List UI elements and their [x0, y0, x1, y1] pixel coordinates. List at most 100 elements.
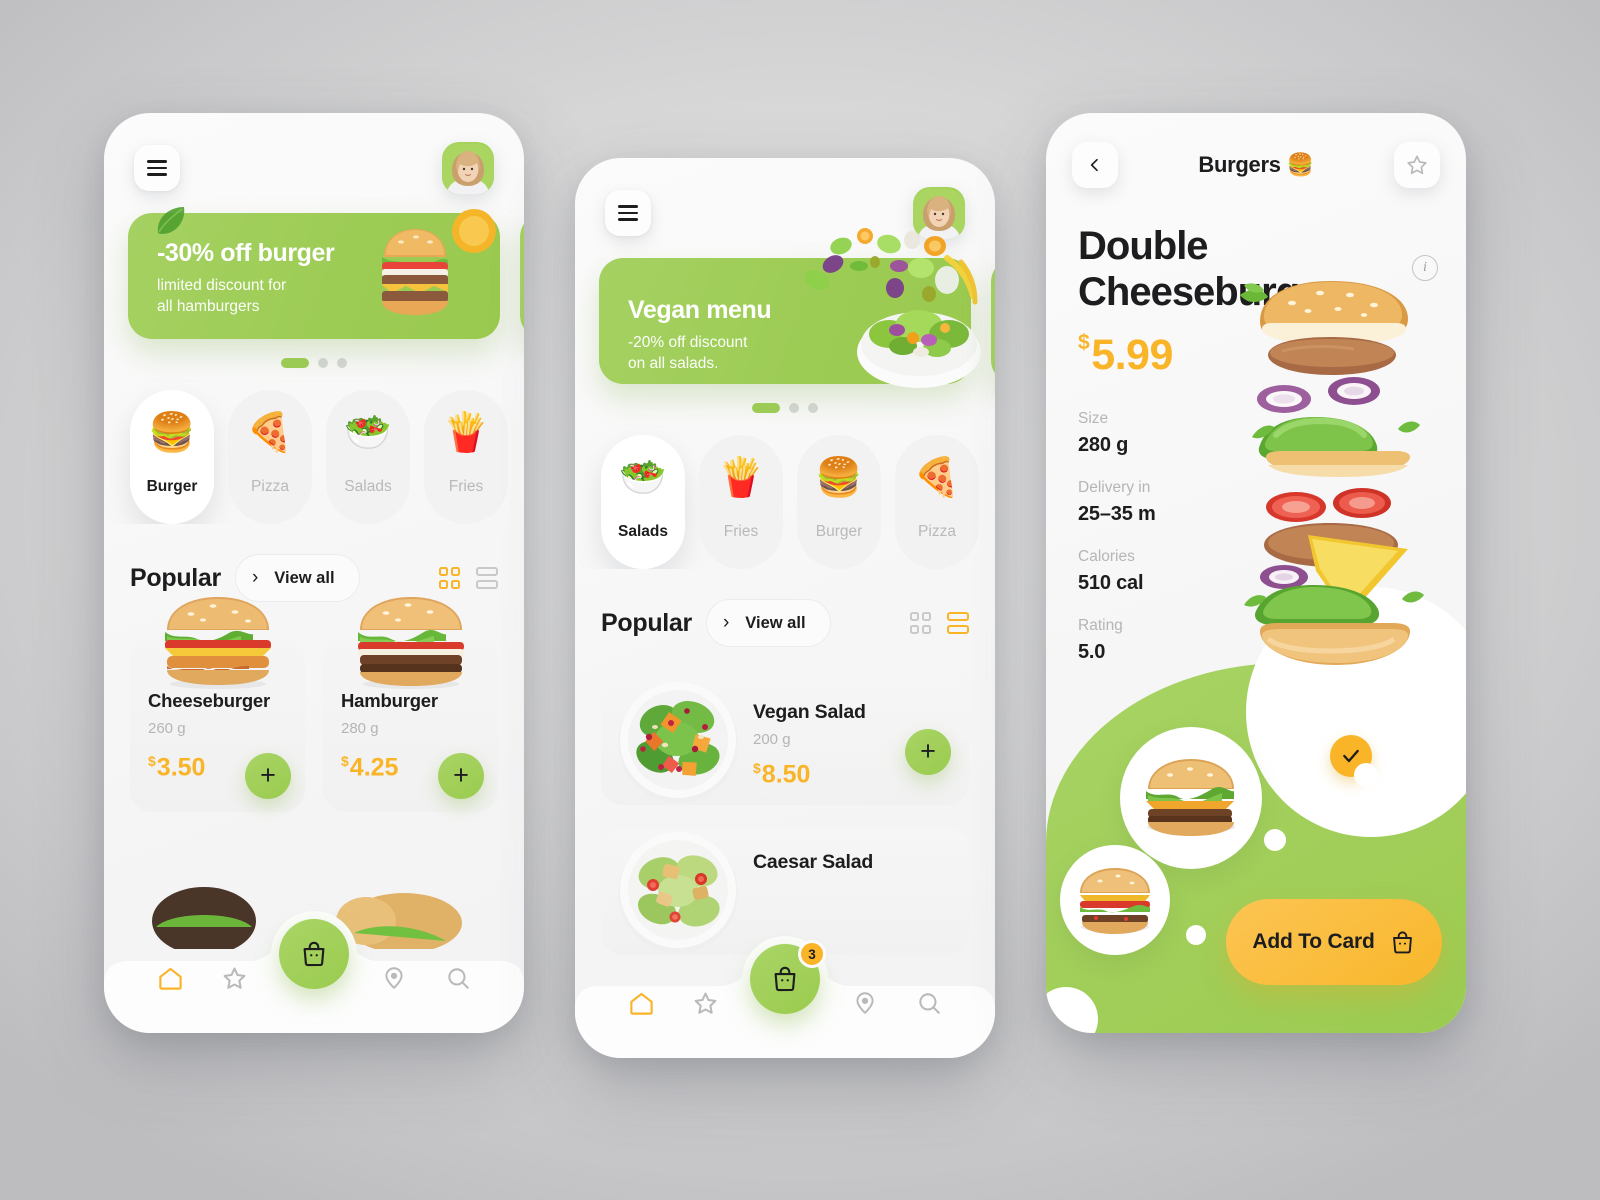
add-to-cart-button[interactable]: [905, 729, 951, 775]
shopping-bag-icon: [1392, 930, 1412, 953]
currency-symbol: $: [1078, 331, 1090, 355]
product-name: Vegan Salad: [753, 701, 866, 723]
bottom-navigation: [104, 911, 524, 1033]
burger-variant-1-photo: [1146, 759, 1235, 836]
product-card[interactable]: Hamburger 280 g $4.25: [323, 597, 498, 812]
spec-value: 510 cal: [1078, 572, 1144, 595]
nav-favorites-button[interactable]: [673, 990, 737, 1017]
fries-icon: 🍟: [717, 457, 765, 499]
carousel-dot-2[interactable]: [789, 403, 799, 413]
category-label: Fries: [448, 478, 484, 495]
list-view-icon[interactable]: [947, 612, 969, 634]
category-burger[interactable]: 🍔 Burger: [797, 435, 881, 569]
category-pizza[interactable]: 🍕 Pizza: [228, 390, 312, 524]
salad-icon: 🥗: [344, 412, 392, 454]
cart-badge: 3: [798, 940, 826, 968]
spec-rating: Rating 5.0: [1078, 617, 1466, 664]
decorative-bubble: [1264, 829, 1286, 851]
grid-view-icon[interactable]: [909, 612, 931, 634]
add-to-cart-button[interactable]: [245, 753, 291, 799]
carousel-dot-3[interactable]: [808, 403, 818, 413]
nav-search-button[interactable]: [897, 990, 961, 1016]
favorite-button[interactable]: [1393, 142, 1440, 188]
carousel-dot-1[interactable]: [281, 358, 309, 368]
category-pizza[interactable]: 🍕 Pizza: [895, 435, 979, 569]
nav-search-button[interactable]: [426, 965, 490, 991]
carousel-dots[interactable]: [104, 358, 524, 368]
category-label: Pizza: [251, 478, 289, 495]
category-fries[interactable]: 🍟 Fries: [424, 390, 508, 524]
detail-topbar: Burgers 🍔: [1046, 113, 1466, 188]
back-button[interactable]: [1072, 142, 1118, 188]
phone-screen-home-burgers: -30% off burger limited discount for all…: [104, 113, 524, 1033]
list-item[interactable]: Vegan Salad 200 g $8.50: [601, 677, 969, 805]
phone2-topbar: [575, 158, 995, 239]
promo-banner-active[interactable]: -30% off burger limited discount for all…: [128, 207, 500, 339]
burger-icon: 🍔: [815, 457, 863, 499]
detail-header-title: Burgers 🍔: [1198, 152, 1314, 177]
add-to-cart-button[interactable]: [438, 753, 484, 799]
burger-variant-2-photo: [1080, 868, 1150, 934]
product-weight: 280 g: [341, 720, 379, 737]
category-salads[interactable]: 🥗 Salads: [326, 390, 410, 524]
avatar-photo: [442, 144, 494, 194]
cart-button[interactable]: [279, 919, 349, 989]
variant-thumb-1[interactable]: [1120, 727, 1262, 869]
leaf-icon: [157, 207, 185, 234]
carousel-dot-1[interactable]: [752, 403, 780, 413]
cart-button[interactable]: 3: [750, 940, 826, 1014]
check-icon: [1343, 749, 1359, 763]
carousel-dots[interactable]: [575, 403, 995, 413]
promo-carousel[interactable]: -30% off burger limited discount for all…: [104, 207, 524, 339]
spec-value: 25–35 m: [1078, 503, 1156, 526]
spec-label: Rating: [1078, 617, 1123, 635]
home-icon: [629, 992, 653, 1015]
promo-banner-next[interactable]: [991, 258, 995, 384]
spec-label: Delivery in: [1078, 479, 1151, 497]
variant-thumb-2[interactable]: [1060, 845, 1170, 955]
carousel-dot-3[interactable]: [337, 358, 347, 368]
home-icon: [158, 967, 182, 990]
hamburger-menu-icon[interactable]: [605, 190, 651, 236]
category-label: Pizza: [918, 523, 956, 540]
product-card[interactable]: Cheeseburger 260 g $3.50: [130, 597, 305, 812]
category-label: Salads: [344, 478, 392, 495]
promo-banner-next[interactable]: [520, 213, 524, 339]
category-list[interactable]: 🥗 Salads 🍟 Fries 🍔 Burger 🍕 Pizza: [575, 413, 995, 569]
promo-banner-active[interactable]: Vegan menu -20% off discount on all sala…: [599, 228, 981, 388]
promo-carousel[interactable]: Vegan menu -20% off discount on all sala…: [575, 228, 995, 388]
pizza-icon: 🍕: [913, 457, 961, 499]
star-outline-icon: [1407, 155, 1427, 175]
star-icon: [694, 992, 716, 1014]
hamburger-menu-icon[interactable]: [134, 145, 180, 191]
view-all-label: View all: [274, 568, 335, 587]
nav-home-button[interactable]: [609, 990, 673, 1017]
category-salads[interactable]: 🥗 Salads: [601, 435, 685, 569]
spec-label: Calories: [1078, 548, 1135, 566]
nav-favorites-button[interactable]: [202, 965, 266, 992]
add-to-card-button[interactable]: Add To Card: [1226, 899, 1442, 985]
nav-home-button[interactable]: [138, 965, 202, 992]
spec-value: 280 g: [1078, 434, 1129, 457]
category-label: Burger: [146, 478, 198, 495]
view-all-button[interactable]: › View all: [705, 599, 831, 647]
salad-icon: 🥗: [619, 457, 667, 499]
search-icon: [448, 968, 469, 989]
location-pin-icon: [385, 967, 403, 990]
view-toggles[interactable]: [909, 612, 969, 634]
avatar[interactable]: [442, 142, 494, 194]
product-specs: Size 280 g Delivery in 25–35 m Calories …: [1046, 380, 1466, 664]
shopping-bag-icon: [774, 966, 796, 992]
nav-location-button[interactable]: [362, 965, 426, 991]
category-burger[interactable]: 🍔 Burger: [130, 390, 214, 524]
caesar-salad-photo: [618, 832, 738, 953]
carousel-dot-2[interactable]: [318, 358, 328, 368]
avatar[interactable]: [913, 187, 965, 239]
avatar-photo: [913, 189, 965, 239]
product-name: Caesar Salad: [753, 851, 874, 873]
nav-location-button[interactable]: [833, 990, 897, 1016]
phone1-topbar: [104, 113, 524, 194]
page-title: Popular: [601, 608, 692, 637]
category-list[interactable]: 🍔 Burger 🍕 Pizza 🥗 Salads 🍟 Fries: [104, 368, 524, 524]
category-fries[interactable]: 🍟 Fries: [699, 435, 783, 569]
